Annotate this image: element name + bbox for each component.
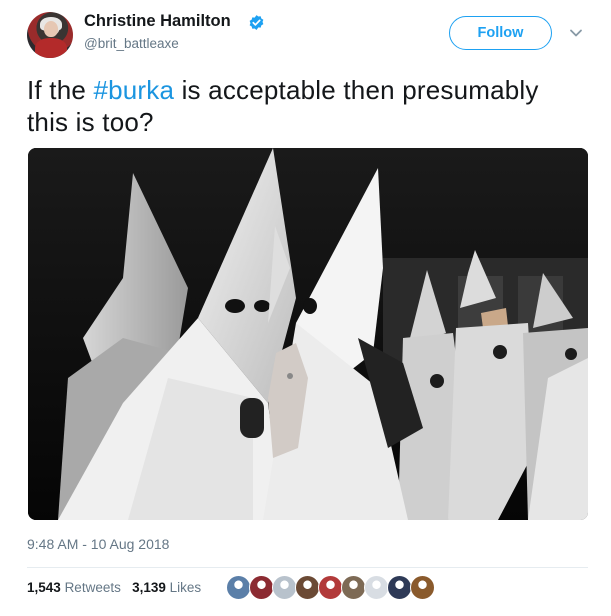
liker-avatar-9[interactable] xyxy=(410,575,435,600)
liker-avatar-8[interactable] xyxy=(387,575,412,600)
divider-top xyxy=(27,567,588,568)
tweet-text-before: If the xyxy=(27,75,94,105)
liker-avatar-7[interactable] xyxy=(364,575,389,600)
retweets-count[interactable]: 1,543 xyxy=(27,580,61,595)
author-name[interactable]: Christine Hamilton xyxy=(84,12,231,31)
liker-avatar-2[interactable] xyxy=(249,575,274,600)
liker-avatar-6[interactable] xyxy=(341,575,366,600)
tweet-timestamp[interactable]: 9:48 AM - 10 Aug 2018 xyxy=(27,536,169,552)
retweets-label[interactable]: Retweets xyxy=(65,580,121,595)
likes-count[interactable]: 3,139 xyxy=(132,580,166,595)
liker-avatar-1[interactable] xyxy=(226,575,251,600)
verified-badge-icon xyxy=(249,15,264,30)
engagement-stats: 1,543 Retweets 3,139 Likes xyxy=(27,580,201,595)
liker-avatar-4[interactable] xyxy=(295,575,320,600)
liker-avatar-3[interactable] xyxy=(272,575,297,600)
tweet-text: If the #burka is acceptable then presuma… xyxy=(27,74,587,138)
liker-avatar-5[interactable] xyxy=(318,575,343,600)
chevron-down-icon[interactable] xyxy=(569,28,583,38)
author-handle[interactable]: @brit_battleaxe xyxy=(84,36,179,51)
likes-label[interactable]: Likes xyxy=(170,580,202,595)
hashtag-link[interactable]: #burka xyxy=(93,75,174,105)
author-avatar[interactable] xyxy=(27,12,73,58)
tweet-photo[interactable] xyxy=(28,148,588,520)
tweet-card: Christine Hamilton @brit_battleaxe Follo… xyxy=(0,0,611,616)
follow-button[interactable]: Follow xyxy=(449,16,552,50)
